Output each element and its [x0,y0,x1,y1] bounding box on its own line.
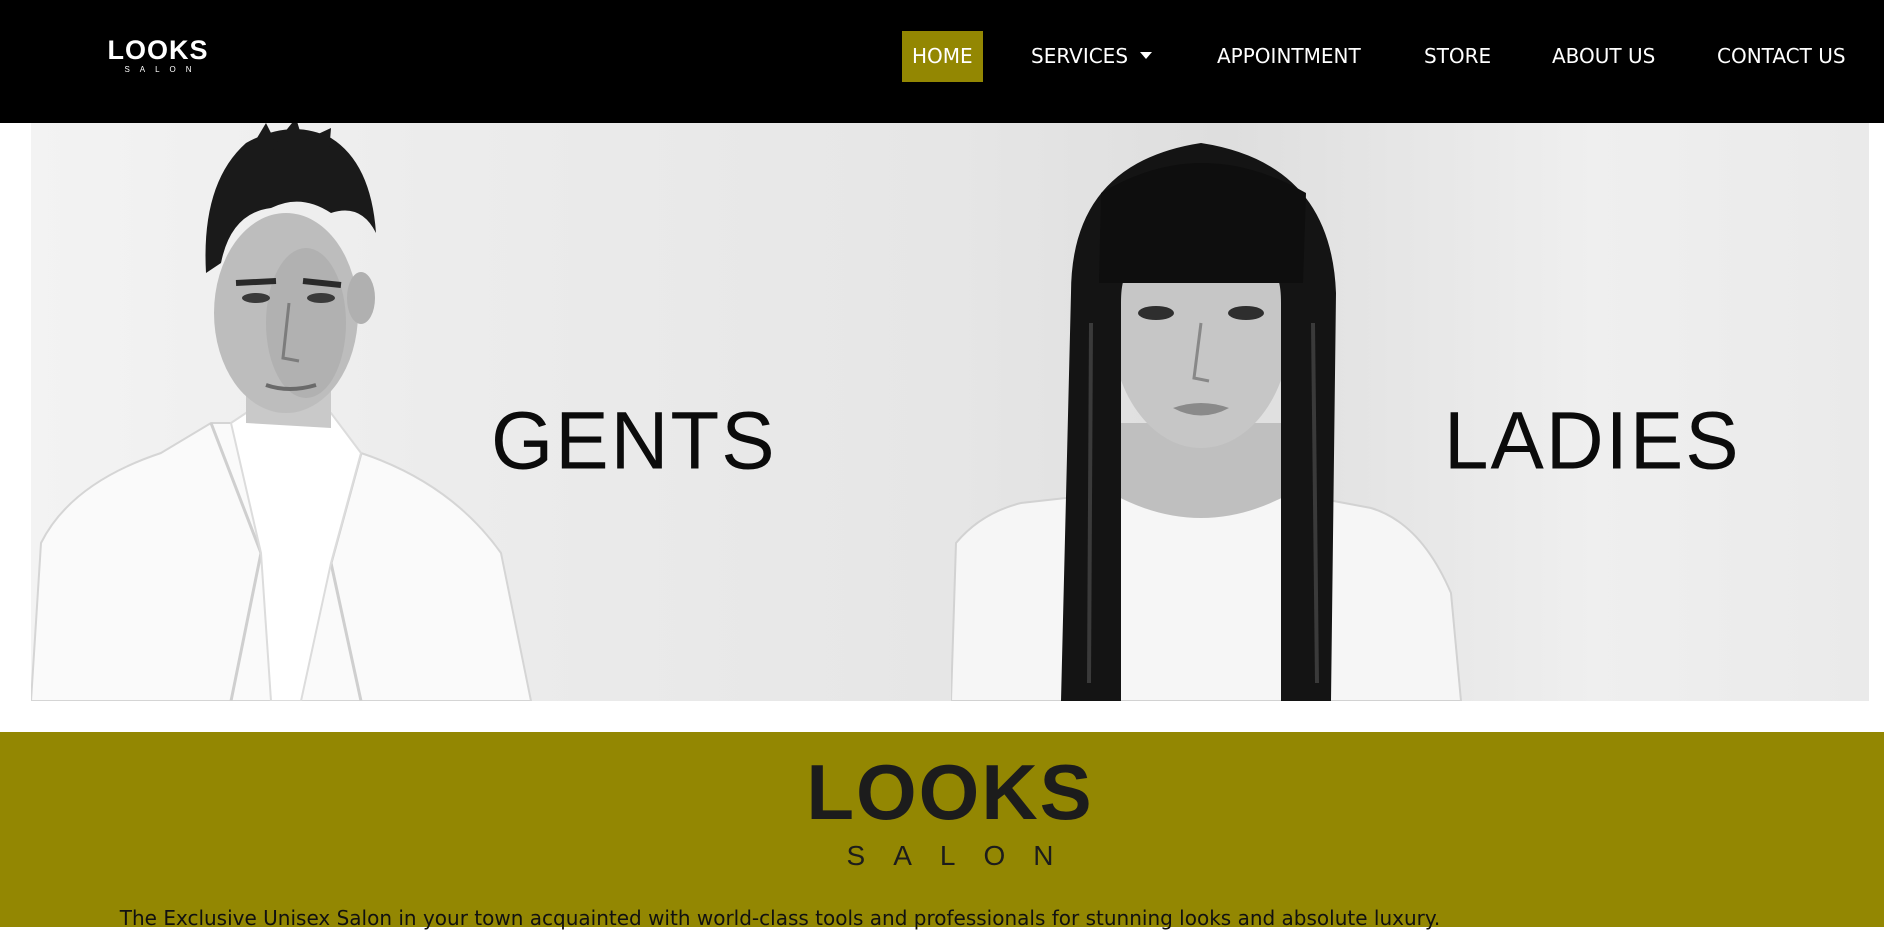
nav-services-label: SERVICES [1031,44,1129,68]
logo-looks-text: LOOKS [107,35,209,65]
hero-banner: GENTS LADIES [31,123,1869,701]
nav-about-us[interactable]: ABOUT US [1552,31,1655,82]
gents-panel[interactable]: GENTS [31,123,951,701]
logo-salon-text: SALON [124,65,202,74]
ladies-label: LADIES [1444,395,1741,486]
brand-logo: LOOKS SALON [800,752,1100,874]
nav-store[interactable]: STORE [1424,31,1491,82]
brand-looks-text: LOOKS [806,748,1094,836]
brand-salon-text: SALON [846,840,1082,871]
ladies-model-image [951,143,1463,701]
caret-down-icon [1140,52,1153,59]
nav-appointment[interactable]: APPOINTMENT [1217,31,1361,82]
top-navbar: LOOKS SALON HOME SERVICES APPOINTMENT ST… [0,0,1884,123]
brand-tagline: The Exclusive Unisex Salon in your town … [119,906,1441,930]
gents-label: GENTS [491,395,777,486]
site-logo[interactable]: LOOKS SALON [102,36,214,76]
ladies-panel[interactable]: LADIES [951,123,1869,701]
nav-home[interactable]: HOME [902,31,983,82]
nav-services[interactable]: SERVICES [1031,31,1153,82]
brand-section: LOOKS SALON The Exclusive Unisex Salon i… [0,732,1884,930]
nav-contact-us[interactable]: CONTACT US [1717,31,1846,82]
